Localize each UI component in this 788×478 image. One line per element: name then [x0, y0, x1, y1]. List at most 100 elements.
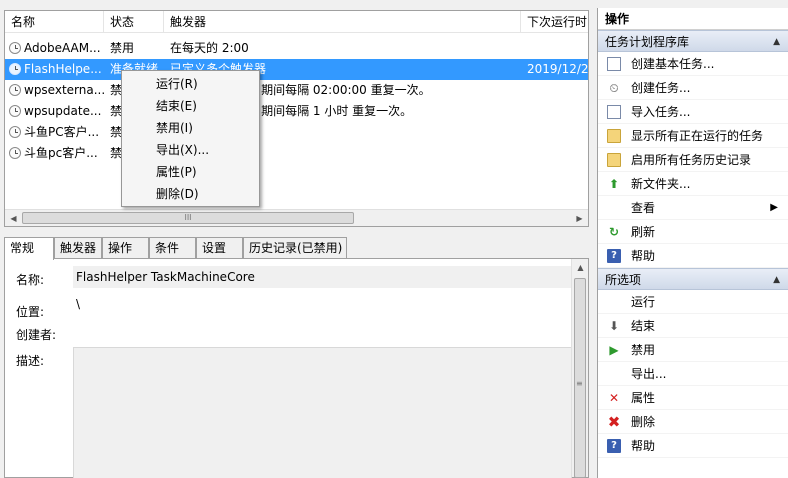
task-row[interactable]: wpsupdate... 禁 触发后，在 1 天 期间每隔 1 小时 重复一次。	[5, 101, 588, 122]
scroll-right-arrow-icon[interactable]: ▶	[571, 210, 588, 226]
task-list[interactable]: 名称 状态 触发器 下次运行时 AdobeAAM... 禁用 在每天的 2:00…	[4, 10, 589, 227]
action-help[interactable]: ? 帮助	[598, 244, 788, 268]
action-refresh[interactable]: ↻ 刷新	[598, 220, 788, 244]
action-create-basic-task[interactable]: 创建基本任务...	[598, 52, 788, 76]
action-view[interactable]: 查看 ▶	[598, 196, 788, 220]
vertical-scroll-thumb[interactable]: ≡	[574, 278, 586, 478]
tab-conditions[interactable]: 条件	[149, 237, 196, 259]
task-clock-icon	[9, 147, 21, 159]
new-folder-icon: ⬆	[608, 177, 620, 191]
help-icon: ?	[607, 439, 621, 453]
help-icon: ?	[607, 249, 621, 263]
section-task-library-label: 任务计划程序库	[605, 35, 690, 49]
history-folder-icon	[607, 153, 621, 167]
horizontal-scroll-thumb[interactable]: III	[22, 212, 354, 224]
clock-icon: ⏲	[609, 81, 619, 95]
task-clock-icon	[9, 126, 21, 138]
action-label: 启用所有任务历史记录	[631, 153, 752, 167]
action-label: 创建基本任务...	[631, 57, 715, 71]
task-name: FlashHelpe...	[24, 62, 102, 76]
action-label: 查看	[631, 201, 656, 215]
section-task-library[interactable]: 任务计划程序库 ▲	[598, 30, 788, 52]
task-next-run	[527, 38, 588, 59]
task-row-selected[interactable]: FlashHelpe... 准备就绪 已定义多个触发器 2019/12/2	[5, 59, 588, 80]
section-selected-item[interactable]: 所选项 ▲	[598, 268, 788, 290]
menu-item-export[interactable]: 导出(X)...	[122, 139, 259, 161]
action-import-task[interactable]: 导入任务...	[598, 100, 788, 124]
location-label: 位置:	[16, 305, 45, 319]
action-end[interactable]: ⬇ 结束	[598, 314, 788, 338]
column-header-name[interactable]: 名称	[5, 11, 104, 33]
column-header-status[interactable]: 状态	[104, 11, 164, 33]
import-icon	[607, 105, 621, 119]
actions-pane: 操作 任务计划程序库 ▲ 创建基本任务... ⏲ 创建任务... 导入任务...…	[597, 8, 788, 478]
action-create-task[interactable]: ⏲ 创建任务...	[598, 76, 788, 100]
task-row[interactable]: 斗鱼pc客户... 禁 时	[5, 143, 588, 164]
action-label: 创建任务...	[631, 81, 691, 95]
action-enable-history[interactable]: 启用所有任务历史记录	[598, 148, 788, 172]
column-header-trigger[interactable]: 触发器	[164, 11, 521, 33]
task-next-run	[527, 122, 588, 143]
task-next-run	[527, 101, 588, 122]
task-name: 斗鱼pc客户...	[24, 146, 98, 160]
action-label: 新文件夹...	[631, 177, 691, 191]
tab-settings[interactable]: 设置	[196, 237, 243, 259]
action-export[interactable]: 导出...	[598, 362, 788, 386]
action-label: 属性	[631, 391, 656, 405]
horizontal-scrollbar[interactable]: ◀ III ▶	[5, 209, 588, 226]
task-name: wpsexterna...	[24, 83, 105, 97]
menu-item-disable[interactable]: 禁用(I)	[122, 117, 259, 139]
task-clock-icon	[9, 105, 21, 117]
task-clock-icon	[9, 63, 21, 75]
submenu-arrow-icon: ▶	[770, 202, 778, 213]
menu-item-properties[interactable]: 属性(P)	[122, 161, 259, 183]
scroll-up-arrow-icon[interactable]: ▲	[572, 259, 589, 276]
action-delete[interactable]: ✖ 删除	[598, 410, 788, 434]
menu-item-run[interactable]: 运行(R)	[122, 73, 259, 95]
name-label: 名称:	[16, 273, 45, 287]
task-next-run: 2019/12/2	[527, 62, 589, 76]
scroll-left-arrow-icon[interactable]: ◀	[5, 210, 22, 226]
action-show-running-tasks[interactable]: 显示所有正在运行的任务	[598, 124, 788, 148]
column-header-row: 名称 状态 触发器 下次运行时	[5, 11, 588, 33]
tab-actions[interactable]: 操作	[102, 237, 149, 259]
task-status: 禁用	[110, 41, 135, 55]
action-properties[interactable]: ✕ 属性	[598, 386, 788, 410]
tab-history[interactable]: 历史记录(已禁用)	[243, 237, 347, 259]
collapse-up-icon[interactable]: ▲	[773, 31, 780, 53]
action-help-selected[interactable]: ? 帮助	[598, 434, 788, 458]
task-details-panel: 名称: FlashHelper TaskMachineCore 位置: \ 创建…	[4, 258, 589, 478]
collapse-up-icon[interactable]: ▲	[773, 269, 780, 291]
action-label: 运行	[631, 295, 656, 309]
action-label: 删除	[631, 415, 656, 429]
menu-item-delete[interactable]: 删除(D)	[122, 183, 259, 205]
action-run[interactable]: 运行	[598, 290, 788, 314]
task-row[interactable]: wpsexterna... 禁 触发后，在 1 天 期间每隔 02:00:00 …	[5, 80, 588, 101]
menu-item-end[interactable]: 结束(E)	[122, 95, 259, 117]
action-label: 禁用	[631, 343, 656, 357]
tab-triggers[interactable]: 触发器	[54, 237, 102, 259]
column-header-next-run[interactable]: 下次运行时	[521, 11, 588, 33]
actions-title: 操作	[598, 8, 788, 30]
task-row[interactable]: 斗鱼PC客户... 禁 时	[5, 122, 588, 143]
tab-general[interactable]: 常规	[4, 237, 54, 260]
task-name: AdobeAAM...	[24, 41, 101, 55]
task-next-run	[527, 80, 588, 101]
section-selected-item-label: 所选项	[605, 273, 642, 287]
task-clock-icon	[9, 42, 21, 54]
running-tasks-icon	[607, 129, 621, 143]
action-label: 帮助	[631, 439, 656, 453]
refresh-icon: ↻	[608, 225, 620, 239]
task-description-field[interactable]	[73, 347, 572, 478]
context-menu: 运行(R) 结束(E) 禁用(I) 导出(X)... 属性(P) 删除(D)	[121, 70, 260, 207]
author-label: 创建者:	[16, 328, 57, 342]
task-name-field[interactable]: FlashHelper TaskMachineCore	[73, 266, 572, 288]
action-new-folder[interactable]: ⬆ 新文件夹...	[598, 172, 788, 196]
action-label: 导入任务...	[631, 105, 691, 119]
vertical-scrollbar[interactable]: ▲ ≡	[571, 259, 589, 478]
action-label: 刷新	[631, 225, 656, 239]
task-location-value: \	[76, 297, 81, 311]
task-row[interactable]: AdobeAAM... 禁用 在每天的 2:00	[5, 38, 588, 59]
action-label: 显示所有正在运行的任务	[631, 129, 764, 143]
action-disable[interactable]: ▶ 禁用	[598, 338, 788, 362]
